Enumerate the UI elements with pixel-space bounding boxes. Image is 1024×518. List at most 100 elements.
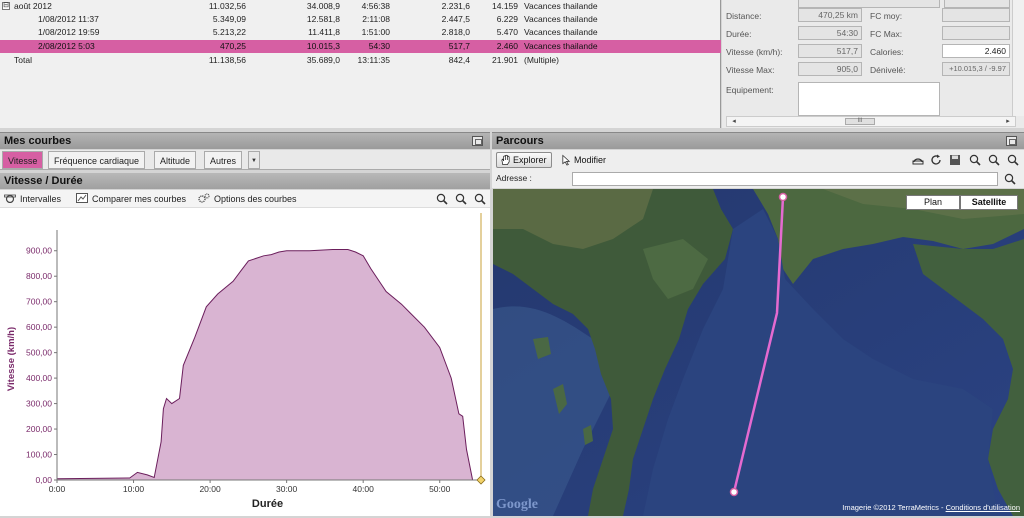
zoom-out-icon[interactable] (455, 193, 467, 205)
explorer-button[interactable]: Explorer (496, 152, 552, 168)
parcours-panel-header: Parcours (492, 132, 1024, 149)
row-duration: 4:56:38 (361, 1, 390, 11)
table-row[interactable]: 1/08/2012 11:37 5.349,09 12.581,8 2:11:0… (0, 13, 721, 26)
courbes-tabs: Vitesse Fréquence cardiaque Altitude Aut… (0, 150, 490, 170)
modifier-button[interactable]: Modifier (560, 152, 606, 168)
terms-link[interactable]: Conditions d'utilisation (946, 503, 1020, 512)
x-tick-label: 40:00 (353, 484, 375, 494)
maximize-icon[interactable] (472, 136, 483, 146)
vitesse-field: 517,7 (798, 44, 862, 58)
map-copyright: Imagerie ©2012 TerraMetrics - Conditions… (842, 503, 1020, 512)
vitesse-max-label: Vitesse Max: (726, 65, 775, 75)
x-tick-label: 50:00 (429, 484, 451, 494)
distance-label: Distance: (726, 11, 762, 21)
zoom-fit-icon[interactable] (1007, 154, 1019, 166)
speed-chart-svg: 0,00100,00200,00300,00400,00500,00600,00… (6, 213, 486, 510)
equipement-label: Equipement: (726, 85, 774, 95)
address-input[interactable] (572, 172, 998, 186)
row-col5: 6.229 (496, 14, 518, 24)
refresh-icon[interactable] (930, 154, 942, 166)
tab-altitude[interactable]: Altitude (154, 151, 197, 169)
map-type-plan-button[interactable]: Plan (906, 195, 960, 210)
row-col5: 5.470 (496, 27, 518, 37)
intervalles-label: Intervalles (20, 194, 62, 204)
options-button[interactable]: Options des courbes (198, 192, 297, 206)
row-col2: 34.008,9 (306, 1, 340, 11)
activity-stats-panel: Distance: 470,25 km FC moy: Durée: 54:30… (722, 0, 1024, 128)
row-distance: 5.349,09 (212, 14, 246, 24)
y-axis-label: Vitesse (km/h) (6, 327, 17, 391)
speed-chart[interactable]: 0,00 100,00 200,00 300,00 400,00 500,00 600,00… (0, 208, 490, 516)
route-end-marker[interactable] (729, 487, 739, 497)
x-tick-label: 0:00 (49, 484, 66, 494)
scroll-thumb[interactable]: III (845, 118, 875, 125)
address-label: Adresse : (496, 173, 532, 183)
row-category: Vacances thailande (524, 14, 598, 24)
row-name: 1/08/2012 19:59 (38, 27, 100, 37)
row-category: Vacances thailande (524, 27, 598, 37)
map-type-satellite-button[interactable]: Satellite (960, 195, 1018, 210)
row-name: 2/08/2012 5:03 (38, 41, 95, 51)
y-tick-label: 900,00 (26, 246, 52, 256)
tab-frequence-cardiaque[interactable]: Fréquence cardiaque (48, 151, 146, 169)
save-icon[interactable] (949, 154, 961, 166)
maximize-icon[interactable] (1006, 136, 1017, 146)
tabs-dropdown-icon[interactable]: ▼ (248, 151, 260, 169)
scroll-left-icon[interactable]: ◂ (729, 117, 739, 126)
collapse-icon[interactable]: ⊟ (2, 2, 10, 10)
zoom-in-icon[interactable] (436, 193, 448, 205)
hand-icon (501, 154, 510, 165)
x-tick-label: 10:00 (123, 484, 145, 494)
tab-autres[interactable]: Autres (204, 151, 243, 169)
comparer-button[interactable]: Comparer mes courbes (76, 192, 186, 206)
calories-label: Calories: (870, 47, 904, 57)
intervalles-button[interactable]: Intervalles (4, 192, 61, 206)
zoom-out-icon[interactable] (988, 154, 1000, 166)
speed-area (57, 249, 473, 480)
row-category: (Multiple) (524, 55, 559, 65)
row-col4: 517,7 (448, 41, 470, 51)
courbes-title: Mes courbes (4, 135, 72, 147)
row-category: Vacances thailande (524, 41, 598, 51)
row-col4: 2.447,5 (441, 14, 470, 24)
row-col2: 35.689,0 (306, 55, 340, 65)
fc-max-label: FC Max: (870, 29, 903, 39)
calories-field[interactable]: 2.460 (942, 44, 1010, 58)
table-row[interactable]: ⊟ août 2012 11.032,56 34.008,9 4:56:38 2… (0, 0, 721, 13)
table-row-total[interactable]: Total 11.138,56 35.689,0 13:11:35 842,4 … (0, 54, 721, 67)
map-toolbar: Explorer Modifier (492, 150, 1024, 170)
x-axis-label: Durée (252, 498, 283, 510)
table-row[interactable]: 1/08/2012 19:59 5.213,22 11.411,8 1:51:0… (0, 26, 721, 39)
denivele-field: +10.015,3 / -9.97 (942, 62, 1010, 76)
route-start-marker[interactable] (778, 192, 788, 202)
equipement-field[interactable] (798, 82, 940, 116)
fc-moy-label: FC moy: (870, 11, 903, 21)
y-tick-label: 300,00 (26, 399, 52, 409)
zoom-fit-icon[interactable] (474, 193, 486, 205)
distance-field: 470,25 km (798, 8, 862, 22)
y-tick-label: 700,00 (26, 297, 52, 307)
duree-field: 54:30 (798, 26, 862, 40)
tab-vitesse[interactable]: Vitesse (2, 151, 44, 169)
map-view[interactable]: Plan Satellite Google Imagerie ©2012 Ter… (493, 189, 1024, 516)
edit-cursor-icon (562, 154, 571, 166)
row-col2: 12.581,8 (306, 14, 340, 24)
row-col5: 2.460 (496, 41, 518, 51)
zoom-in-icon[interactable] (969, 154, 981, 166)
vertical-scrollbar[interactable] (1012, 0, 1024, 116)
scroll-right-icon[interactable]: ▸ (1003, 117, 1013, 126)
row-name: août 2012 (14, 1, 52, 11)
time-cursor-handle (476, 475, 486, 485)
y-tick-label: 100,00 (26, 450, 52, 460)
google-logo: Google (496, 497, 538, 512)
horizontal-scrollbar[interactable]: ◂ III ▸ (726, 116, 1016, 127)
route-loop-icon[interactable] (912, 154, 924, 166)
courbes-panel-header: Mes courbes (0, 132, 490, 149)
table-row-selected[interactable]: 2/08/2012 5:03 470,25 10.015,3 54:30 517… (0, 40, 721, 53)
search-icon[interactable] (1004, 173, 1016, 185)
satellite-map (493, 189, 1024, 516)
row-distance: 11.138,56 (208, 55, 246, 65)
y-tick-label: 800,00 (26, 271, 52, 281)
row-col4: 2.231,6 (441, 1, 470, 11)
row-col5: 21.901 (492, 55, 518, 65)
